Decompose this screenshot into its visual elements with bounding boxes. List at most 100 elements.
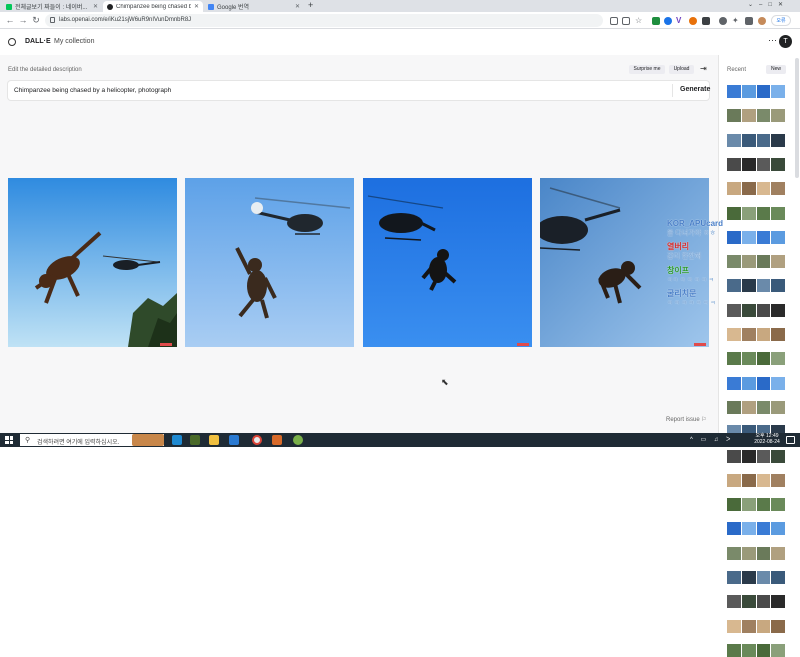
recent-thumbnail[interactable] — [756, 206, 771, 220]
browser-tab-naver[interactable]: 전체글보기 짜들이 : 네이버... ✕ — [2, 1, 102, 12]
file-explorer-icon[interactable] — [209, 435, 219, 445]
extension-orange-icon[interactable] — [689, 17, 697, 25]
recent-thumbnail[interactable] — [756, 85, 771, 98]
recent-thumbnail[interactable] — [756, 230, 771, 244]
recent-thumbnail[interactable] — [771, 85, 785, 98]
recent-thumbnail[interactable] — [727, 498, 741, 512]
recent-thumbnail[interactable] — [727, 85, 741, 98]
notification-icon[interactable] — [786, 436, 795, 444]
recent-thumbnail[interactable] — [741, 619, 756, 633]
recent-thumbnail[interactable] — [771, 328, 785, 341]
generated-image-3[interactable] — [363, 178, 532, 347]
extension-dark-icon[interactable] — [702, 17, 710, 25]
recent-thumbnail[interactable] — [771, 133, 785, 147]
reload-icon[interactable]: ↻ — [30, 14, 42, 26]
recent-thumbnail[interactable] — [741, 522, 756, 536]
recent-thumbnail[interactable] — [727, 255, 741, 269]
close-tab-icon[interactable]: ✕ — [93, 3, 98, 10]
recent-thumbnail[interactable] — [756, 571, 771, 584]
extension-green-icon[interactable] — [652, 17, 660, 25]
recent-thumbnail[interactable] — [741, 643, 756, 657]
forward-icon[interactable]: → — [17, 14, 29, 26]
recent-thumbnail[interactable] — [727, 182, 741, 196]
recent-thumbnail[interactable] — [771, 279, 785, 293]
recent-thumbnail[interactable] — [727, 376, 741, 390]
window-controls[interactable]: ⌄–□✕ — [748, 1, 789, 8]
sidebar-scrollbar[interactable] — [795, 58, 799, 178]
recent-thumbnail[interactable] — [756, 400, 771, 414]
recent-thumbnail[interactable] — [741, 376, 756, 390]
prompt-input[interactable]: Chimpanzee being chased by a helicopter,… — [8, 81, 710, 100]
recent-thumbnail[interactable] — [756, 546, 771, 560]
close-tab-icon[interactable]: ✕ — [194, 3, 199, 10]
recent-thumbnail[interactable] — [727, 157, 741, 171]
generated-image-2[interactable] — [185, 178, 354, 347]
recent-thumbnail[interactable] — [756, 133, 771, 147]
recent-thumbnail[interactable] — [741, 303, 756, 317]
app-icon-3[interactable] — [293, 435, 303, 445]
browser-tab-dalle[interactable]: Chimpanzee being chased by a... ✕ — [103, 1, 203, 12]
generated-image-1[interactable] — [8, 178, 177, 347]
recent-thumbnail[interactable] — [727, 400, 741, 414]
recent-thumbnail[interactable] — [756, 182, 771, 196]
recent-thumbnail[interactable] — [756, 619, 771, 633]
recent-thumbnail[interactable] — [727, 133, 741, 147]
recent-thumbnail[interactable] — [741, 279, 756, 293]
recent-thumbnail[interactable] — [741, 328, 756, 341]
edge-icon[interactable] — [172, 435, 182, 445]
extension-blue-icon[interactable] — [664, 17, 672, 25]
app-icon[interactable] — [190, 435, 200, 445]
recent-thumbnail[interactable] — [771, 109, 785, 123]
generate-button[interactable]: Generate — [680, 86, 710, 93]
recent-thumbnail[interactable] — [771, 449, 785, 463]
recent-thumbnail[interactable] — [756, 643, 771, 657]
recent-thumbnail[interactable] — [741, 133, 756, 147]
recent-thumbnail[interactable] — [756, 109, 771, 123]
recent-thumbnail[interactable] — [771, 352, 785, 366]
recent-thumbnail[interactable] — [771, 571, 785, 584]
recent-thumbnail[interactable] — [741, 498, 756, 512]
recent-thumbnail[interactable] — [741, 109, 756, 123]
recent-thumbnail[interactable] — [771, 498, 785, 512]
collapse-sidebar-icon[interactable]: ⇥ — [700, 64, 707, 73]
back-icon[interactable]: ← — [4, 14, 16, 26]
chrome-icon[interactable] — [252, 435, 262, 445]
profile-error-button[interactable]: 오류 — [771, 15, 791, 26]
bookmark-star-icon[interactable]: ☆ — [635, 17, 643, 25]
recent-thumbnail[interactable] — [771, 400, 785, 414]
recent-thumbnail[interactable] — [727, 522, 741, 536]
close-tab-icon[interactable]: ✕ — [295, 3, 300, 10]
surprise-me-button[interactable]: Surprise me — [629, 65, 665, 74]
recent-thumbnail[interactable] — [741, 230, 756, 244]
nav-my-collection[interactable]: My collection — [54, 38, 94, 45]
recent-thumbnail[interactable] — [727, 109, 741, 123]
recent-thumbnail[interactable] — [771, 303, 785, 317]
recent-thumbnail[interactable] — [756, 352, 771, 366]
recent-thumbnail[interactable] — [741, 352, 756, 366]
recent-thumbnail[interactable] — [741, 157, 756, 171]
system-tray-icons[interactable]: ^ ▭ ♫ ᐳ — [690, 436, 733, 443]
user-avatar[interactable]: T — [779, 35, 792, 48]
recent-thumbnail[interactable] — [741, 255, 756, 269]
recent-thumbnail[interactable] — [756, 595, 771, 609]
recent-thumbnail[interactable] — [771, 473, 785, 487]
recent-thumbnail[interactable] — [727, 546, 741, 560]
recent-thumbnail[interactable] — [741, 571, 756, 584]
extensions-puzzle-icon[interactable]: ✦ — [732, 17, 740, 25]
new-button[interactable]: New — [766, 65, 786, 74]
recent-thumbnail[interactable] — [741, 449, 756, 463]
recent-thumbnail[interactable] — [727, 473, 741, 487]
recent-thumbnail[interactable] — [756, 157, 771, 171]
install-icon[interactable] — [610, 17, 618, 25]
recent-thumbnail[interactable] — [727, 352, 741, 366]
new-tab-button[interactable]: + — [308, 0, 313, 10]
upload-button[interactable]: Upload — [669, 65, 694, 74]
recent-thumbnail[interactable] — [771, 522, 785, 536]
recent-thumbnail[interactable] — [727, 571, 741, 584]
report-issue-link[interactable]: Report issue ⚐ — [666, 416, 707, 423]
store-icon[interactable] — [229, 435, 239, 445]
recent-thumbnail[interactable] — [727, 619, 741, 633]
recent-thumbnail[interactable] — [771, 643, 785, 657]
recent-thumbnail[interactable] — [727, 279, 741, 293]
taskbar-clock[interactable]: 오후 12:49 2022-08-24 — [752, 433, 782, 445]
